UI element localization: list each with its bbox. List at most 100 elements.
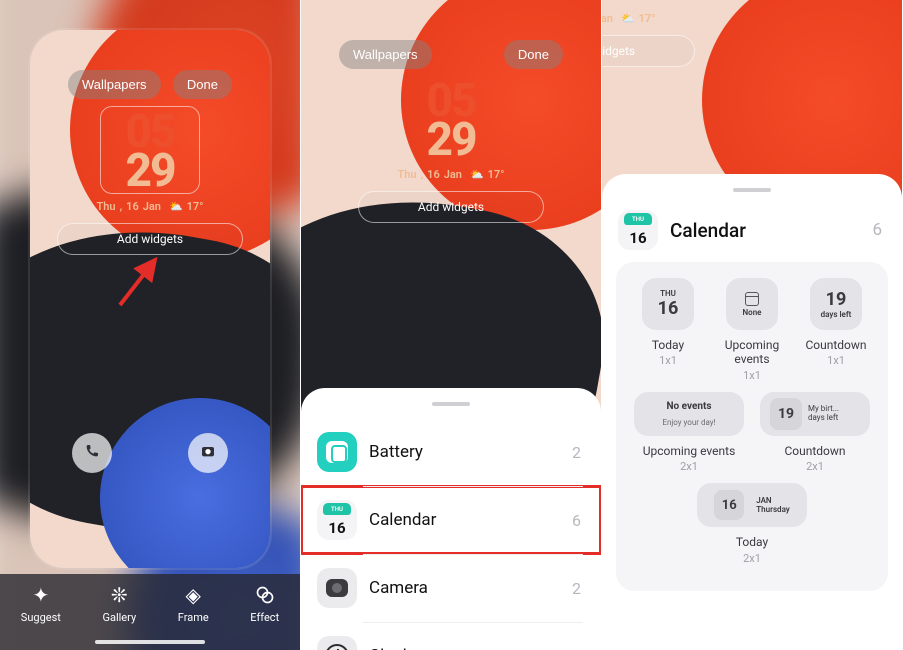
widget-category-sheet: Battery 2 THU 16 Calendar 6 Camera 2 Clo… — [301, 388, 601, 650]
panel-calendar-widgets: 05 29 Thu, 16 Jan ⛅ 17° Add widgets THU … — [602, 0, 903, 650]
clock-widget: 05 29 — [602, 0, 652, 6]
category-camera-count: 2 — [572, 579, 581, 598]
done-button[interactable]: Done — [173, 70, 232, 99]
panel-lock-editor: Wallpapers Done 05 29 Thu, 16 Jan ⛅ 17° … — [0, 0, 301, 650]
wallpapers-button[interactable]: Wallpapers — [339, 40, 432, 69]
widget-countdown2-num: 19 — [770, 398, 802, 430]
widget-today-size: 1x1 — [659, 354, 677, 367]
widget-countdown-1x1[interactable]: 19 days left Countdown 1x1 — [796, 278, 876, 382]
date-weather-row: Thu, 16 Jan ⛅ 17° — [602, 12, 702, 25]
date-weather-row[interactable]: Thu, 16 Jan ⛅ 17° — [50, 200, 250, 213]
date-day-num: 16 — [427, 168, 440, 181]
calendar-icon-label: THU — [323, 503, 351, 515]
widget-today-1x1[interactable]: THU 16 Today 1x1 — [628, 278, 708, 382]
widget-today2-name: Today — [736, 535, 768, 549]
category-calendar[interactable]: THU 16 Calendar 6 — [301, 486, 601, 554]
sheet-header: THU 16 Calendar 6 — [602, 204, 902, 262]
widget-countdown2-line2: days left — [808, 414, 839, 423]
widget-upcoming2-size: 2x1 — [680, 460, 698, 473]
category-battery-label: Battery — [369, 442, 572, 462]
date-day-short: Thu — [97, 200, 116, 213]
toolbar-effect[interactable]: Effect — [250, 584, 279, 624]
category-clock-count: 2 — [572, 647, 581, 650]
calendar-grid-icon — [745, 292, 759, 306]
category-calendar-count: 6 — [572, 511, 581, 530]
widget-upcoming2-line2: Enjoy your day! — [662, 418, 715, 427]
gesture-nav-bar[interactable] — [95, 640, 205, 644]
widget-countdown-name: Countdown — [805, 338, 866, 352]
phone-shortcut-button[interactable] — [72, 433, 112, 473]
widget-countdown2-name: Countdown — [784, 444, 845, 458]
lockscreen-center: 05 29 Thu, 16 Jan ⛅ 17° Add widgets — [50, 106, 250, 255]
clock-minutes: 29 — [401, 121, 501, 160]
lockscreen-center: 05 29 Thu, 16 Jan ⛅ 17° Add widgets — [602, 0, 702, 170]
date-weather-row: Thu, 16 Jan ⛅ 17° — [351, 168, 551, 181]
lockscreen-center: 05 29 Thu, 16 Jan ⛅ 17° Add widgets — [351, 76, 551, 223]
category-clock[interactable]: Clock 2 — [301, 622, 601, 650]
camera-app-icon — [317, 568, 357, 608]
widget-upcoming-2x1[interactable]: No events Enjoy your day! Upcoming event… — [629, 392, 749, 473]
weather-icon: ⛅ — [470, 168, 484, 181]
clock-minutes: 29 — [101, 152, 199, 191]
done-button[interactable]: Done — [504, 40, 563, 69]
calendar-icon-label: THU — [624, 213, 652, 225]
widget-upcoming2-name: Upcoming events — [643, 444, 736, 458]
editor-toolbar: ✦ Suggest ❊ Gallery ◈ Frame Effect — [0, 574, 300, 650]
sheet-count: 6 — [872, 220, 882, 240]
date-day-short: Thu — [398, 168, 417, 181]
widget-countdown-sub: days left — [821, 310, 852, 319]
category-battery-count: 2 — [572, 443, 581, 462]
widget-upcoming-1x1[interactable]: None Upcoming events 1x1 — [712, 278, 792, 382]
widget-countdown-2x1[interactable]: 19 My birt... days left Countdown 2x1 — [755, 392, 875, 473]
date-month: Jan — [143, 200, 161, 213]
add-widgets-button[interactable]: Add widgets — [358, 191, 544, 223]
widgets-grid[interactable]: THU 16 Today 1x1 None Upcoming events 1x… — [616, 262, 888, 591]
camera-icon — [200, 443, 216, 464]
toolbar-suggest[interactable]: ✦ Suggest — [21, 584, 61, 624]
widget-upcoming-none: None — [743, 308, 762, 317]
toolbar-gallery[interactable]: ❊ Gallery — [102, 584, 136, 624]
toolbar-suggest-label: Suggest — [21, 611, 61, 624]
toolbar-effect-label: Effect — [250, 611, 279, 624]
sheet-drag-handle[interactable] — [733, 188, 771, 192]
widget-countdown-size: 1x1 — [827, 354, 845, 367]
date-month: Jan — [444, 168, 462, 181]
widget-today-name: Today — [652, 338, 684, 352]
toolbar-frame-label: Frame — [178, 611, 209, 624]
wallpapers-button[interactable]: Wallpapers — [68, 70, 161, 99]
flower-icon: ❊ — [108, 584, 130, 606]
widget-today-num: 16 — [658, 298, 679, 319]
calendar-icon: THU 16 — [618, 210, 658, 250]
category-camera[interactable]: Camera 2 — [301, 554, 601, 622]
widget-countdown2-size: 2x1 — [806, 460, 824, 473]
weather-icon: ⛅ — [621, 12, 635, 25]
phone-icon — [84, 443, 100, 464]
calendar-icon-day: 16 — [629, 229, 646, 247]
clock-widget: 05 29 — [401, 76, 501, 162]
date-day-num: 16 — [126, 200, 139, 213]
widget-upcoming-name: Upcoming events — [712, 338, 792, 367]
camera-shortcut-button[interactable] — [188, 433, 228, 473]
clock-app-icon — [317, 636, 357, 650]
weather-temp: 17° — [488, 168, 505, 181]
widget-today2-num: 16 — [714, 490, 744, 520]
widget-upcoming-size: 1x1 — [743, 369, 761, 382]
toolbar-gallery-label: Gallery — [102, 611, 136, 624]
add-widgets-button[interactable]: Add widgets — [57, 223, 243, 255]
category-battery[interactable]: Battery 2 — [301, 418, 601, 486]
date-month: Jan — [602, 12, 613, 25]
calendar-icon: THU 16 — [317, 500, 357, 540]
widget-today2-size: 2x1 — [743, 552, 761, 565]
weather-icon: ⛅ — [169, 200, 183, 213]
sheet-drag-handle[interactable] — [432, 402, 470, 406]
widget-today-2x1[interactable]: 16 JAN Thursday Today 2x1 — [692, 483, 812, 564]
widget-upcoming2-line1: No events — [666, 401, 711, 412]
toolbar-frame[interactable]: ◈ Frame — [178, 584, 209, 624]
widget-today-abbr: THU — [660, 289, 676, 298]
clock-widget[interactable]: 05 29 — [100, 106, 200, 194]
add-widgets-button[interactable]: Add widgets — [602, 35, 695, 67]
sparkle-icon: ✦ — [30, 584, 52, 606]
diamond-icon: ◈ — [182, 584, 204, 606]
sheet-title: Calendar — [670, 219, 872, 242]
widget-today2-line2: Thursday — [756, 505, 790, 515]
